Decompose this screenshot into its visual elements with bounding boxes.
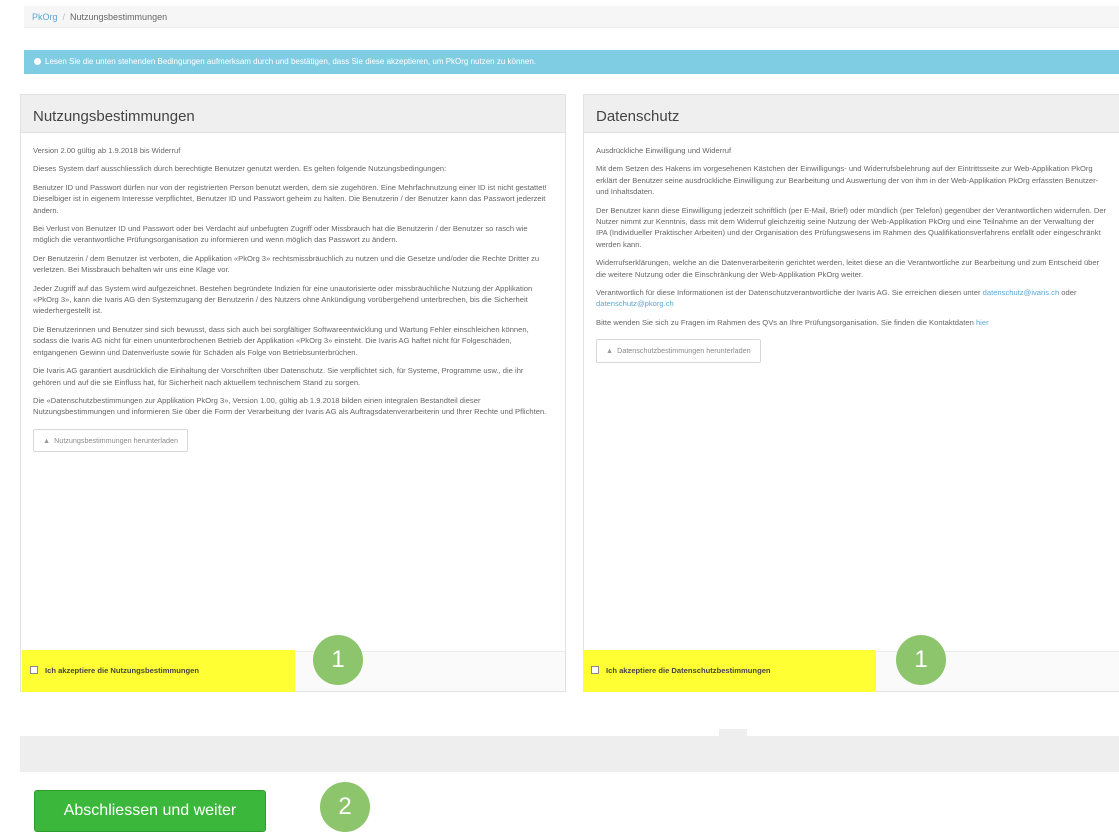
privacy-paragraph: Mit dem Setzen des Hakens im vorgesehene… <box>596 164 1099 197</box>
terms-panel-body: Version 2.00 gültig ab 1.9.2018 bis Wide… <box>21 133 565 453</box>
privacy-accept-label[interactable]: Ich akzeptiere die Datenschutzbestimmung… <box>606 666 771 675</box>
privacy-paragraph: Ausdrückliche Einwilligung und Widerruf <box>596 146 732 155</box>
terms-paragraph: Bei Verlust von Benutzer ID und Passwort… <box>33 224 528 245</box>
terms-accept-checkbox[interactable] <box>30 666 38 674</box>
footer-divider <box>719 729 747 737</box>
info-icon <box>34 58 41 65</box>
breadcrumb: PkOrg / Nutzungsbestimmungen <box>24 6 1119 28</box>
finish-continue-button[interactable]: Abschliessen und weiter <box>34 790 266 832</box>
download-icon: ▲ <box>606 346 614 356</box>
privacy-download-label: Datenschutzbestimmungen herunterladen <box>617 346 751 356</box>
terms-paragraph: Jeder Zugriff auf das System wird aufgez… <box>33 283 533 316</box>
terms-paragraph: Version 2.00 gültig ab 1.9.2018 bis Wide… <box>33 146 181 155</box>
privacy-panel-body: Ausdrückliche Einwilligung und Widerruf … <box>584 133 1119 363</box>
breadcrumb-current: Nutzungsbestimmungen <box>70 12 168 22</box>
terms-panel-title: Nutzungsbestimmungen <box>21 95 565 133</box>
step-badge-privacy: 1 <box>896 635 946 685</box>
privacy-panel-title: Datenschutz <box>584 95 1119 133</box>
privacy-panel: Datenschutz Ausdrückliche Einwilligung u… <box>583 94 1119 692</box>
privacy-contacts-link[interactable]: hier <box>976 318 989 327</box>
terms-paragraph: Benutzer ID und Passwort dürfen nur von … <box>33 182 547 215</box>
privacy-download-button[interactable]: ▲ Datenschutzbestimmungen herunterladen <box>596 339 761 363</box>
terms-download-label: Nutzungsbestimmungen herunterladen <box>54 435 178 445</box>
privacy-questions-paragraph: Bitte wenden Sie sich zu Fragen im Rahme… <box>596 317 1107 328</box>
privacy-accept-checkbox[interactable] <box>591 666 599 674</box>
step-badge-terms: 1 <box>313 635 363 685</box>
terms-panel: Nutzungsbestimmungen Version 2.00 gültig… <box>20 94 566 692</box>
privacy-paragraph: Widerrufserklärungen, welche an die Date… <box>596 258 1100 279</box>
privacy-contact-paragraph: Verantwortlich für diese Informationen i… <box>596 287 1107 310</box>
privacy-email-link[interactable]: datenschutz@ivaris.ch <box>983 288 1060 297</box>
privacy-questions-text: Bitte wenden Sie sich zu Fragen im Rahme… <box>596 317 974 327</box>
terms-paragraph: Der Benutzerin / dem Benutzer ist verbot… <box>33 253 540 275</box>
info-alert: Lesen Sie die unten stehenden Bedingunge… <box>24 50 1119 74</box>
terms-paragraph: Die Benutzerinnen und Benutzer sind sich… <box>33 324 529 357</box>
info-alert-text: Lesen Sie die unten stehenden Bedingunge… <box>45 57 536 66</box>
privacy-contact-text: Verantwortlich für diese Informationen i… <box>596 288 981 298</box>
terms-accept-label[interactable]: Ich akzeptiere die Nutzungsbestimmungen <box>45 666 199 675</box>
privacy-contact-or: oder <box>1061 288 1077 298</box>
privacy-email-link[interactable]: datenschutz@pkorg.ch <box>596 299 674 308</box>
footer-band <box>20 736 1119 772</box>
step-badge-finish: 2 <box>320 782 370 832</box>
terms-paragraph: Die «Datenschutzbestimmungen zur Applika… <box>33 395 547 417</box>
breadcrumb-home-link[interactable]: PkOrg <box>32 12 58 22</box>
privacy-paragraph: Der Benutzer kann diese Einwilligung jed… <box>596 205 1107 249</box>
terms-paragraph: Dieses System darf ausschliesslich durch… <box>33 164 447 174</box>
download-icon: ▲ <box>43 435 51 445</box>
breadcrumb-separator: / <box>62 12 66 22</box>
terms-accept-checkbox-row[interactable]: Ich akzeptiere die Nutzungsbestimmungen <box>22 650 295 692</box>
privacy-accept-checkbox-row[interactable]: Ich akzeptiere die Datenschutzbestimmung… <box>583 650 876 692</box>
terms-download-button[interactable]: ▲ Nutzungsbestimmungen herunterladen <box>33 428 188 453</box>
terms-paragraph: Die Ivaris AG garantiert ausdrücklich di… <box>33 366 524 387</box>
